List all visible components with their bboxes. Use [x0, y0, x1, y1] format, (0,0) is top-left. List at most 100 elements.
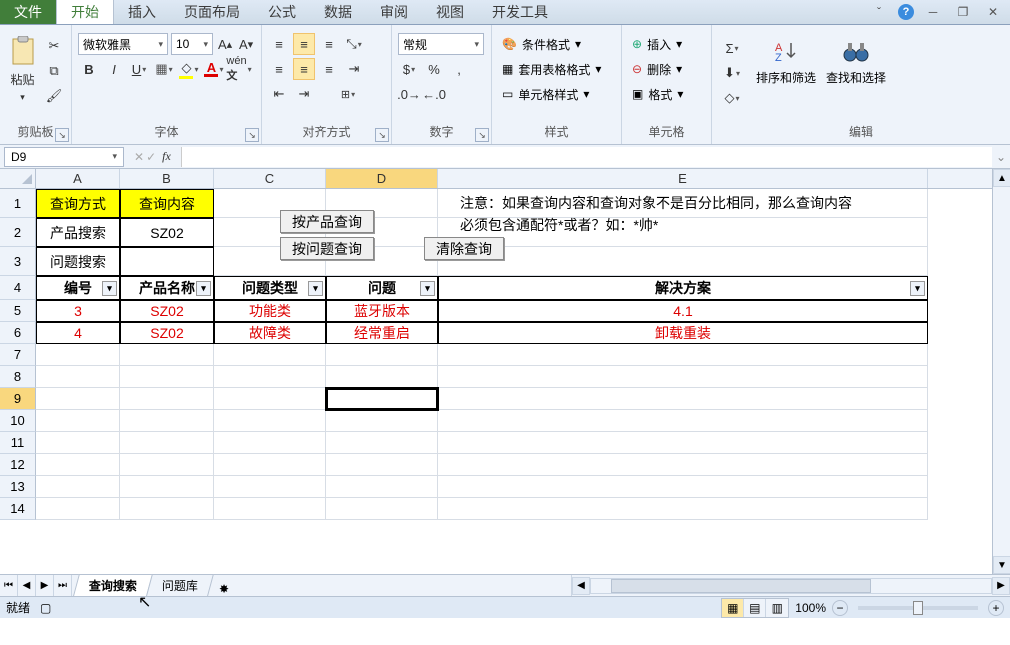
cell-B10[interactable] [120, 410, 214, 432]
filter-dropdown-C[interactable]: ▾ [308, 281, 323, 296]
delete-cells-button[interactable]: ⊖删除 ▾ [628, 58, 687, 80]
orientation-button[interactable]: ⤡▾ [343, 33, 365, 55]
cell-B9[interactable] [120, 388, 214, 410]
align-right-button[interactable]: ≡ [318, 58, 340, 80]
row-header-11[interactable]: 11 [0, 432, 36, 454]
font-name-dropdown[interactable]: 微软雅黑▾ [78, 33, 168, 55]
window-close-icon[interactable]: ✕ [982, 3, 1004, 21]
italic-button[interactable]: I [103, 58, 125, 80]
cell-E7[interactable] [438, 344, 928, 366]
row-header-14[interactable]: 14 [0, 498, 36, 520]
sheet-nav-first-icon[interactable]: ⏮ [0, 575, 18, 596]
phonetic-button[interactable]: wén文▾ [228, 58, 250, 80]
cell-B4[interactable]: 产品名称▾ [120, 276, 214, 300]
cell-D12[interactable] [326, 454, 438, 476]
new-sheet-button[interactable]: ✸ [210, 582, 238, 596]
help-icon[interactable]: ? [898, 4, 914, 20]
col-header-A[interactable]: A [36, 169, 120, 188]
filter-dropdown-A[interactable]: ▾ [102, 281, 117, 296]
cell-D8[interactable] [326, 366, 438, 388]
sheet-tab-search[interactable]: 查询搜索 [73, 574, 153, 596]
namebox-dropdown-icon[interactable]: ▾ [112, 151, 117, 162]
cell-A2[interactable]: 产品搜索 [36, 218, 120, 247]
zoom-in-button[interactable]: + [988, 600, 1004, 616]
cut-button[interactable]: ✂ [43, 35, 65, 57]
scroll-up-icon[interactable]: ▲ [993, 169, 1010, 187]
window-restore-icon[interactable]: ❐ [952, 3, 974, 21]
align-dialog-launcher[interactable]: ↘ [375, 128, 389, 142]
cell-E14[interactable] [438, 498, 928, 520]
cell-C10[interactable] [214, 410, 326, 432]
row-header-6[interactable]: 6 [0, 322, 36, 344]
cell-C9[interactable] [214, 388, 326, 410]
percent-button[interactable]: % [423, 58, 445, 80]
tab-layout[interactable]: 页面布局 [170, 0, 254, 24]
cell-B6[interactable]: SZ02 [120, 322, 214, 344]
cell-B12[interactable] [120, 454, 214, 476]
row-header-8[interactable]: 8 [0, 366, 36, 388]
conditional-format-button[interactable]: 🎨条件格式 ▾ [498, 33, 605, 55]
cell-A14[interactable] [36, 498, 120, 520]
increase-decimal-button[interactable]: .0→ [398, 83, 420, 105]
cell-B13[interactable] [120, 476, 214, 498]
tab-data[interactable]: 数据 [310, 0, 366, 24]
cell-D11[interactable] [326, 432, 438, 454]
sheet-nav-last-icon[interactable]: ⏭ [54, 575, 72, 596]
formula-input[interactable] [182, 147, 992, 167]
cell-C13[interactable] [214, 476, 326, 498]
cell-B14[interactable] [120, 498, 214, 520]
cell-D14[interactable] [326, 498, 438, 520]
align-middle-button[interactable]: ≡ [293, 33, 315, 55]
tab-formula[interactable]: 公式 [254, 0, 310, 24]
row-header-1[interactable]: 1 [0, 189, 36, 218]
window-minimize-icon[interactable]: ─ [922, 3, 944, 21]
page-layout-view-button[interactable]: ▤ [744, 599, 766, 617]
cell-D4[interactable]: 问题▾ [326, 276, 438, 300]
merge-button[interactable]: ⊞▾ [318, 83, 378, 105]
accept-formula-icon[interactable]: ✓ [146, 150, 156, 164]
row-header-3[interactable]: 3 [0, 247, 36, 276]
cell-B2[interactable]: SZ02 [120, 218, 214, 247]
cell-D9[interactable] [326, 388, 438, 410]
clear-button[interactable]: ◇▾ [718, 87, 746, 109]
filter-dropdown-B[interactable]: ▾ [196, 281, 211, 296]
paste-button[interactable]: 粘贴 ▾ [6, 29, 39, 121]
cell-A11[interactable] [36, 432, 120, 454]
cell-A5[interactable]: 3 [36, 300, 120, 322]
cell-E13[interactable] [438, 476, 928, 498]
cell-C6[interactable]: 故障类 [214, 322, 326, 344]
cell-C7[interactable] [214, 344, 326, 366]
cell-A8[interactable] [36, 366, 120, 388]
cell-A12[interactable] [36, 454, 120, 476]
decrease-decimal-button[interactable]: ←.0 [423, 83, 445, 105]
autosum-button[interactable]: Σ▾ [718, 37, 746, 59]
cell-C8[interactable] [214, 366, 326, 388]
page-break-view-button[interactable]: ▥ [766, 599, 788, 617]
zoom-out-button[interactable]: − [832, 600, 848, 616]
format-painter-button[interactable]: 🖌 [43, 85, 65, 107]
fx-icon[interactable]: fx [158, 149, 175, 164]
cell-C12[interactable] [214, 454, 326, 476]
search-by-product-button[interactable]: 按产品查询 [280, 210, 374, 233]
font-dialog-launcher[interactable]: ↘ [245, 128, 259, 142]
cancel-formula-icon[interactable]: ✕ [134, 150, 144, 164]
row-header-4[interactable]: 4 [0, 276, 36, 300]
cell-D10[interactable] [326, 410, 438, 432]
comma-button[interactable]: , [448, 58, 470, 80]
currency-button[interactable]: $▾ [398, 58, 420, 80]
align-left-button[interactable]: ≡ [268, 58, 290, 80]
cell-E8[interactable] [438, 366, 928, 388]
scroll-right-icon[interactable]: ▶ [992, 577, 1010, 595]
cell-E12[interactable] [438, 454, 928, 476]
minimize-ribbon-icon[interactable]: ˇ [868, 3, 890, 21]
select-all-corner[interactable] [0, 169, 36, 188]
tab-insert[interactable]: 插入 [114, 0, 170, 24]
clipboard-dialog-launcher[interactable]: ↘ [55, 128, 69, 142]
normal-view-button[interactable]: ▦ [722, 599, 744, 617]
tab-view[interactable]: 视图 [422, 0, 478, 24]
row-header-5[interactable]: 5 [0, 300, 36, 322]
scroll-left-icon[interactable]: ◀ [572, 577, 590, 595]
cell-A3[interactable]: 问题搜索 [36, 247, 120, 276]
decrease-indent-button[interactable]: ⇤ [268, 83, 290, 105]
col-header-E[interactable]: E [438, 169, 928, 188]
